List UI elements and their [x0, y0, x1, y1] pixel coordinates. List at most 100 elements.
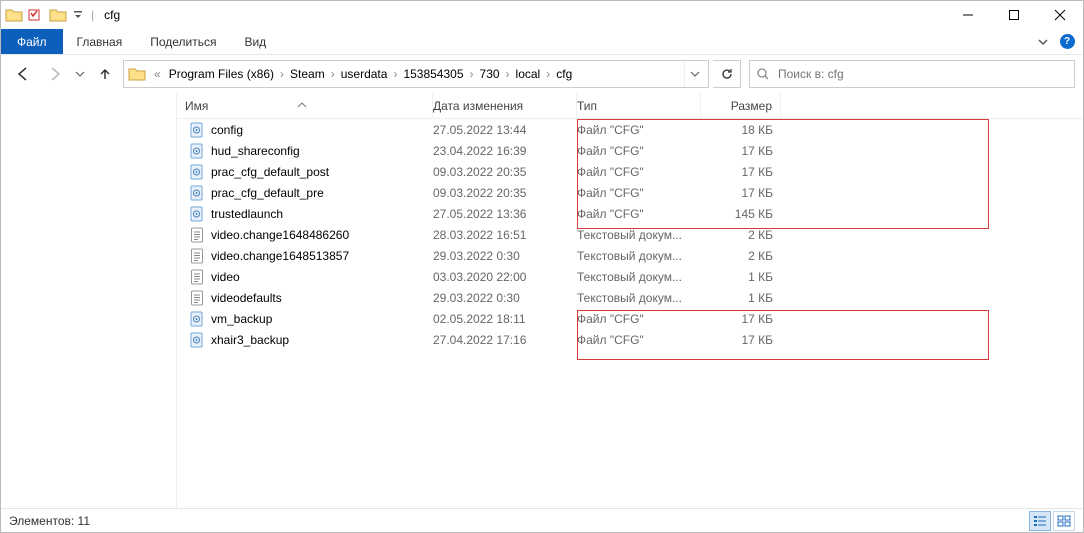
nav-recent-dropdown[interactable] [73, 69, 87, 79]
file-date: 29.03.2022 0:30 [433, 249, 577, 263]
status-bar: Элементов: 11 [1, 508, 1083, 532]
ribbon-tab-share[interactable]: Поделиться [136, 29, 230, 54]
column-header-date[interactable]: Дата изменения [433, 93, 577, 118]
file-type: Текстовый докум... [577, 270, 701, 284]
chevron-right-icon[interactable]: › [504, 67, 512, 81]
refresh-button[interactable] [713, 60, 741, 88]
ribbon-tab-home[interactable]: Главная [63, 29, 137, 54]
file-name: video.change1648513857 [211, 249, 349, 263]
titlebar-separator: | [87, 8, 98, 22]
column-header-name[interactable]: Имя [177, 93, 433, 118]
chevron-right-icon[interactable]: › [468, 67, 476, 81]
file-size: 1 КБ [701, 291, 781, 305]
file-size: 17 КБ [701, 144, 781, 158]
file-icon [189, 311, 205, 327]
file-row[interactable]: hud_shareconfig 23.04.2022 16:39Файл "CFG… [177, 140, 1083, 161]
minimize-button[interactable] [945, 1, 991, 29]
file-list[interactable]: config27.05.2022 13:44Файл "CFG"18 КБhud… [177, 119, 1083, 508]
close-button[interactable] [1037, 1, 1083, 29]
file-name: video.change1648486260 [211, 228, 349, 242]
file-row[interactable]: videodefaults29.03.2022 0:30Текстовый до… [177, 287, 1083, 308]
breadcrumb-item[interactable]: cfg [552, 61, 576, 87]
nav-row: « Program Files (x86) › Steam › userdata… [1, 55, 1083, 93]
ribbon-tabs: Файл Главная Поделиться Вид ? [1, 29, 1083, 55]
search-box[interactable] [749, 60, 1075, 88]
file-row[interactable]: vm_backup02.05.2022 18:11Файл "CFG"17 КБ [177, 308, 1083, 329]
search-input[interactable] [776, 66, 1068, 82]
file-name: video [211, 270, 240, 284]
file-date: 27.05.2022 13:44 [433, 123, 577, 137]
file-date: 09.03.2022 20:35 [433, 186, 577, 200]
file-row[interactable]: config27.05.2022 13:44Файл "CFG"18 КБ [177, 119, 1083, 140]
file-row[interactable]: video.change1648486260 28.03.2022 16:51Те… [177, 224, 1083, 245]
file-name: prac_cfg_default_post [211, 165, 329, 179]
qat-folder-icon[interactable] [47, 8, 69, 22]
file-row[interactable]: prac_cfg_default_post 09.03.2022 20:35Фай… [177, 161, 1083, 182]
file-icon [189, 269, 205, 285]
chevron-right-icon[interactable]: › [544, 67, 552, 81]
view-details-button[interactable] [1029, 511, 1051, 531]
file-size: 18 КБ [701, 123, 781, 137]
content-pane: Имя Дата изменения Тип Размер config27.0… [177, 93, 1083, 508]
ribbon-tab-view[interactable]: Вид [230, 29, 280, 54]
file-date: 28.03.2022 16:51 [433, 228, 577, 242]
file-date: 03.03.2020 22:00 [433, 270, 577, 284]
file-row[interactable]: trustedlaunch27.05.2022 13:36Файл "CFG"1… [177, 203, 1083, 224]
nav-forward-button[interactable] [41, 61, 69, 87]
file-type: Текстовый докум... [577, 228, 701, 242]
file-name: videodefaults [211, 291, 282, 305]
file-row[interactable]: xhair3_backup27.04.2022 17:16Файл "CFG"1… [177, 329, 1083, 350]
breadcrumb-overflow[interactable]: « [150, 61, 165, 87]
qat-dropdown-icon[interactable] [71, 8, 85, 22]
ribbon-expand-button[interactable] [1031, 29, 1055, 54]
ribbon-file-tab[interactable]: Файл [1, 29, 63, 54]
help-button[interactable]: ? [1055, 29, 1079, 54]
nav-back-button[interactable] [9, 61, 37, 87]
breadcrumb-item[interactable]: Steam [286, 61, 329, 87]
file-row[interactable]: video 03.03.2020 22:00Текстовый докум...1… [177, 266, 1083, 287]
search-icon [756, 67, 776, 81]
sort-indicator-icon [297, 101, 307, 109]
chevron-right-icon[interactable]: › [391, 67, 399, 81]
view-large-icons-button[interactable] [1053, 511, 1075, 531]
file-date: 02.05.2022 18:11 [433, 312, 577, 326]
chevron-right-icon[interactable]: › [278, 67, 286, 81]
navigation-pane[interactable] [1, 93, 177, 508]
maximize-button[interactable] [991, 1, 1037, 29]
file-type: Файл "CFG" [577, 165, 701, 179]
file-date: 27.05.2022 13:36 [433, 207, 577, 221]
file-icon [189, 185, 205, 201]
column-header-size[interactable]: Размер [701, 93, 781, 118]
file-size: 1 КБ [701, 270, 781, 284]
file-date: 23.04.2022 16:39 [433, 144, 577, 158]
file-size: 17 КБ [701, 333, 781, 347]
file-size: 2 КБ [701, 228, 781, 242]
file-date: 09.03.2022 20:35 [433, 165, 577, 179]
nav-up-button[interactable] [91, 61, 119, 87]
file-icon [189, 122, 205, 138]
chevron-right-icon[interactable]: › [329, 67, 337, 81]
file-icon [189, 227, 205, 243]
window-title: cfg [98, 8, 120, 22]
file-name: trustedlaunch [211, 207, 283, 221]
address-dropdown-button[interactable] [684, 61, 704, 87]
file-type: Файл "CFG" [577, 144, 701, 158]
breadcrumb-item[interactable]: 153854305 [399, 61, 467, 87]
file-type: Текстовый докум... [577, 291, 701, 305]
file-row[interactable]: prac_cfg_default_pre09.03.2022 20:35Файл… [177, 182, 1083, 203]
address-folder-icon [128, 67, 150, 81]
status-item-count: Элементов: 11 [9, 514, 90, 528]
address-bar[interactable]: « Program Files (x86) › Steam › userdata… [123, 60, 709, 88]
file-type: Файл "CFG" [577, 207, 701, 221]
breadcrumb-item[interactable]: Program Files (x86) [165, 61, 278, 87]
file-row[interactable]: video.change164851385729.03.2022 0:30Тек… [177, 245, 1083, 266]
qat-properties-icon[interactable] [25, 8, 45, 22]
column-header-type[interactable]: Тип [577, 93, 701, 118]
file-size: 2 КБ [701, 249, 781, 263]
breadcrumb-item[interactable]: 730 [476, 61, 504, 87]
titlebar: | cfg [1, 1, 1083, 29]
breadcrumb-item[interactable]: userdata [337, 61, 392, 87]
file-name: hud_shareconfig [211, 144, 300, 158]
breadcrumb-item[interactable]: local [512, 61, 545, 87]
file-size: 17 КБ [701, 165, 781, 179]
